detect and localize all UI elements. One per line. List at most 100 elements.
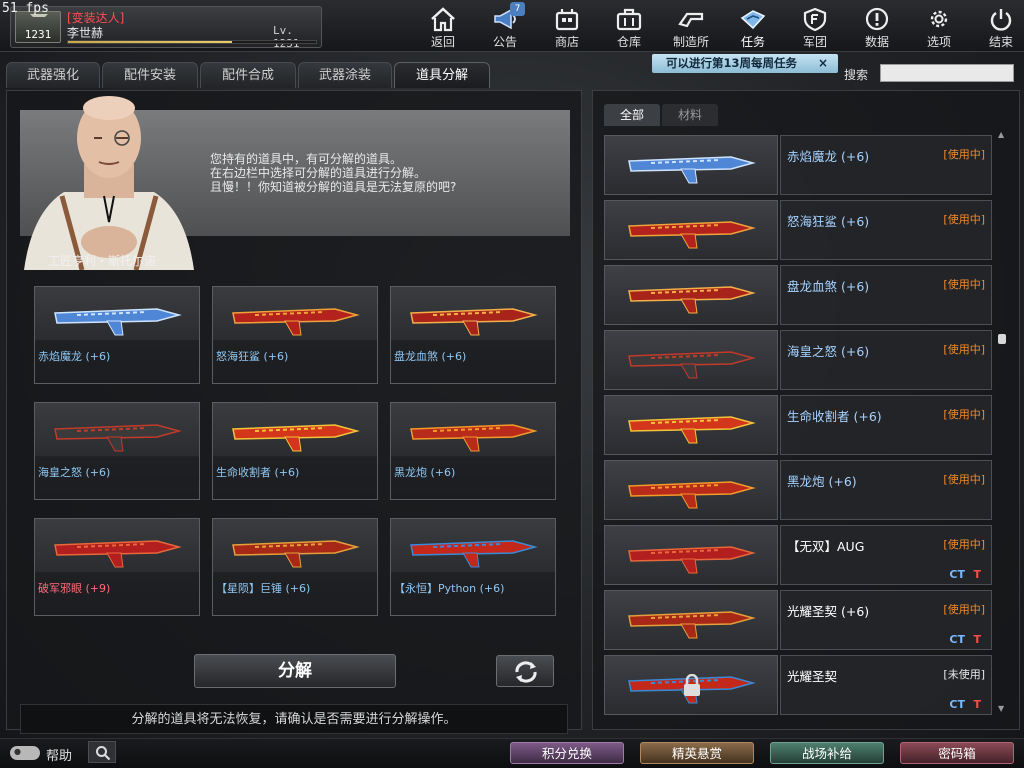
inventory-item-info: 海皇之怒 (+6) [使用中] [780, 330, 992, 390]
selected-item-slot[interactable]: 生命收割者 (+6) [212, 402, 378, 500]
inventory-item-name: 赤焰魔龙 (+6) [787, 149, 870, 164]
help-label: 帮助 [46, 749, 73, 764]
inventory-item[interactable]: 黑龙炮 (+6) [使用中] [604, 460, 992, 520]
password-box-button[interactable]: 密码箱 [900, 742, 1014, 764]
nav-shop-label: 商店 [554, 35, 579, 49]
inventory-item[interactable]: 海皇之怒 (+6) [使用中] [604, 330, 992, 390]
player-level: Lv. 1231 [273, 24, 300, 50]
inventory-item[interactable]: 【无双】AUG [使用中] CT T [604, 525, 992, 585]
search-icon [96, 746, 111, 761]
selected-item-slot[interactable]: 【星陨】巨锤 (+6) [212, 518, 378, 616]
nav-clan-label: 军团 [802, 35, 827, 49]
inventory-item-name: 怒海狂鲨 (+6) [787, 214, 870, 229]
tab-weapon-enhance[interactable]: 武器强化 [6, 62, 100, 88]
inventory-item[interactable]: 怒海狂鲨 (+6) [使用中] [604, 200, 992, 260]
inventory-item-name: 海皇之怒 (+6) [787, 344, 870, 359]
selected-item-name: 黑龙炮 (+6) [394, 466, 456, 479]
info-icon [865, 7, 889, 31]
elite-bounty-button[interactable]: 精英悬赏 [640, 742, 754, 764]
points-exchange-button[interactable]: 积分兑换 [510, 742, 624, 764]
briefcase-icon [616, 8, 642, 31]
tab-materials[interactable]: 材料 [662, 104, 718, 126]
inventory-item[interactable]: 盘龙血煞 (+6) [使用中] [604, 265, 992, 325]
selected-item-slot[interactable]: 破军邪眼 (+9) [34, 518, 200, 616]
inventory-item-info: 【无双】AUG [使用中] CT T [780, 525, 992, 585]
tab-attachment-combine[interactable]: 配件合成 [200, 62, 296, 88]
weapon-image [39, 407, 195, 459]
inventory-item-status: [使用中] [943, 473, 985, 486]
inventory-item-status: [使用中] [943, 213, 985, 226]
nav-mission[interactable]: 任务 [722, 0, 784, 52]
weapon-image [604, 395, 778, 455]
nav-notice[interactable]: 7 公告 [474, 0, 536, 52]
npc-portrait [24, 96, 194, 270]
npc-dialog-text: 您持有的道具中，有可分解的道具。 在右边栏中选择可分解的道具进行分解。 且慢！！… [210, 152, 560, 194]
scroll-down-icon[interactable]: ▼ [998, 704, 1004, 713]
weapon-image [604, 200, 778, 260]
xp-bar [67, 40, 317, 44]
inventory-item-name: 黑龙炮 (+6) [787, 474, 857, 489]
weapon-image [395, 523, 551, 575]
refresh-button[interactable] [496, 655, 554, 687]
nav-home[interactable]: 返回 [412, 0, 474, 52]
selected-item-name: 【星陨】巨锤 (+6) [216, 582, 311, 595]
tab-item-decompose[interactable]: 道具分解 [394, 62, 490, 88]
selected-item-slot[interactable]: 海皇之怒 (+6) [34, 402, 200, 500]
ct-team-tag: CT [949, 633, 965, 646]
selected-item-slot[interactable]: 怒海狂鲨 (+6) [212, 286, 378, 384]
nav-options-label: 选项 [926, 35, 951, 49]
inventory-item[interactable]: 生命收割者 (+6) [使用中] [604, 395, 992, 455]
nav-workshop[interactable]: 制造所 [660, 0, 722, 52]
inventory-item[interactable]: 赤焰魔龙 (+6) [使用中] [604, 135, 992, 195]
search-input[interactable] [880, 64, 1014, 82]
weapon-image [217, 523, 373, 575]
inventory-item-status: [未使用] [943, 668, 985, 681]
inventory-item-info: 赤焰魔龙 (+6) [使用中] [780, 135, 992, 195]
nav-clan[interactable]: 军团 [784, 0, 846, 52]
selected-item-slot[interactable]: 【永恒】Python (+6) [390, 518, 556, 616]
inventory-item-info: 怒海狂鲨 (+6) [使用中] [780, 200, 992, 260]
close-icon[interactable]: × [818, 54, 828, 73]
nav-exit[interactable]: 结束 [970, 0, 1024, 52]
weapon-image [39, 291, 195, 343]
inventory-item-status: [使用中] [943, 278, 985, 291]
inventory-item[interactable]: 光耀圣契 (+6) [使用中] CT T [604, 590, 992, 650]
search-label: 搜索 [844, 68, 869, 82]
weekly-mission-notice[interactable]: 可以进行第13周每周任务 × [652, 54, 838, 73]
shield-icon [803, 7, 827, 32]
power-icon [990, 9, 1012, 31]
inventory-item-info: 生命收割者 (+6) [使用中] [780, 395, 992, 455]
decompose-button[interactable]: 分解 [194, 654, 396, 688]
npc-line: 您持有的道具中，有可分解的道具。 [210, 152, 403, 166]
scroll-up-icon[interactable]: ▲ [998, 130, 1004, 139]
gear-icon [930, 10, 948, 28]
nav-options[interactable]: 选项 [908, 0, 970, 52]
tab-weapon-paint[interactable]: 武器涂装 [298, 62, 392, 88]
npc-name: 工匠亨利・斯托尔诺 [48, 254, 157, 268]
selected-item-slot[interactable]: 盘龙血煞 (+6) [390, 286, 556, 384]
bottom-search-button[interactable] [88, 741, 116, 763]
main-nav: 返回 7 公告 商店 仓库 制造所 任务 军团 数据 选项 结束 [412, 0, 1024, 52]
selected-item-name: 海皇之怒 (+6) [38, 466, 111, 479]
battlefield-supply-button[interactable]: 战场补给 [770, 742, 884, 764]
help-toggle[interactable]: ● [10, 746, 40, 760]
inventory-item-name: 光耀圣契 (+6) [787, 604, 870, 619]
inventory-item[interactable]: 光耀圣契 [未使用] CT T [604, 655, 992, 715]
inventory-scrollbar[interactable]: ▲ ▼ [998, 130, 1006, 718]
decompose-warning: 分解的道具将无法恢复，请确认是否需要进行分解操作。 [20, 704, 568, 734]
player-profile[interactable]: 1231 [变装达人] 李世赫 Lv. 1231 [10, 6, 322, 50]
inventory-item-status: [使用中] [943, 408, 985, 421]
nav-shop[interactable]: 商店 [536, 0, 598, 52]
t-team-tag: T [973, 633, 981, 646]
weapon-image [604, 525, 778, 585]
nav-data[interactable]: 数据 [846, 0, 908, 52]
scroll-thumb[interactable] [998, 334, 1006, 344]
tab-attachment-install[interactable]: 配件安装 [102, 62, 198, 88]
tab-all[interactable]: 全部 [604, 104, 660, 126]
selected-item-slot[interactable]: 赤焰魔龙 (+6) [34, 286, 200, 384]
rank-number: 1231 [24, 28, 52, 41]
inventory-item-info: 盘龙血煞 (+6) [使用中] [780, 265, 992, 325]
nav-storage[interactable]: 仓库 [598, 0, 660, 52]
inventory-item-info: 光耀圣契 (+6) [使用中] CT T [780, 590, 992, 650]
selected-item-slot[interactable]: 黑龙炮 (+6) [390, 402, 556, 500]
